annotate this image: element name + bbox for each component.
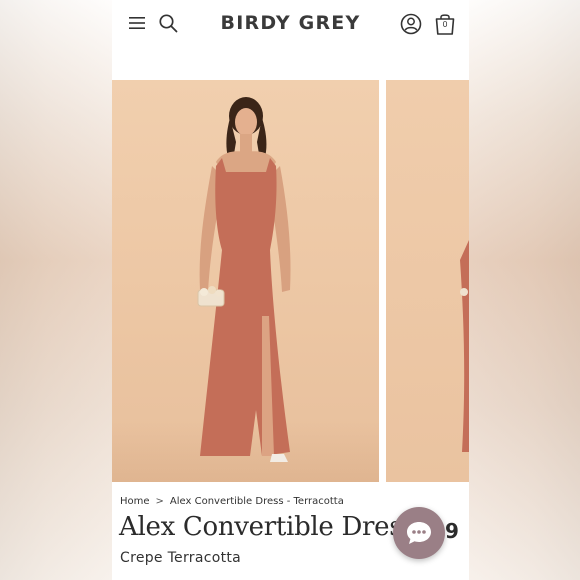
account-icon[interactable]	[400, 13, 422, 35]
bag-count: 0	[442, 20, 448, 29]
breadcrumb: Home > Alex Convertible Dress - Terracot…	[120, 496, 344, 507]
product-image-next[interactable]	[386, 80, 469, 482]
site-header: BIRDY GREY 0	[112, 0, 469, 48]
product-image-main[interactable]	[112, 80, 379, 482]
chat-bubble-icon	[407, 522, 431, 544]
product-title: Alex Convertible Dress	[119, 512, 416, 542]
model-illustration	[197, 97, 291, 462]
background-left	[0, 0, 112, 580]
breadcrumb-home[interactable]: Home	[120, 496, 150, 507]
background-right	[469, 0, 580, 580]
chat-button[interactable]	[393, 507, 445, 559]
phone-screen: BIRDY GREY 0 Home > Alex Convertible Dre…	[112, 0, 469, 580]
breadcrumb-separator: >	[155, 496, 164, 507]
shopping-bag-icon[interactable]: 0	[434, 12, 456, 36]
product-price: 9	[445, 519, 459, 543]
model-illustration-partial	[460, 240, 469, 452]
breadcrumb-current[interactable]: Alex Convertible Dress - Terracotta	[170, 496, 344, 507]
product-gallery[interactable]	[112, 80, 469, 482]
product-subtitle: Crepe Terracotta	[120, 550, 242, 566]
